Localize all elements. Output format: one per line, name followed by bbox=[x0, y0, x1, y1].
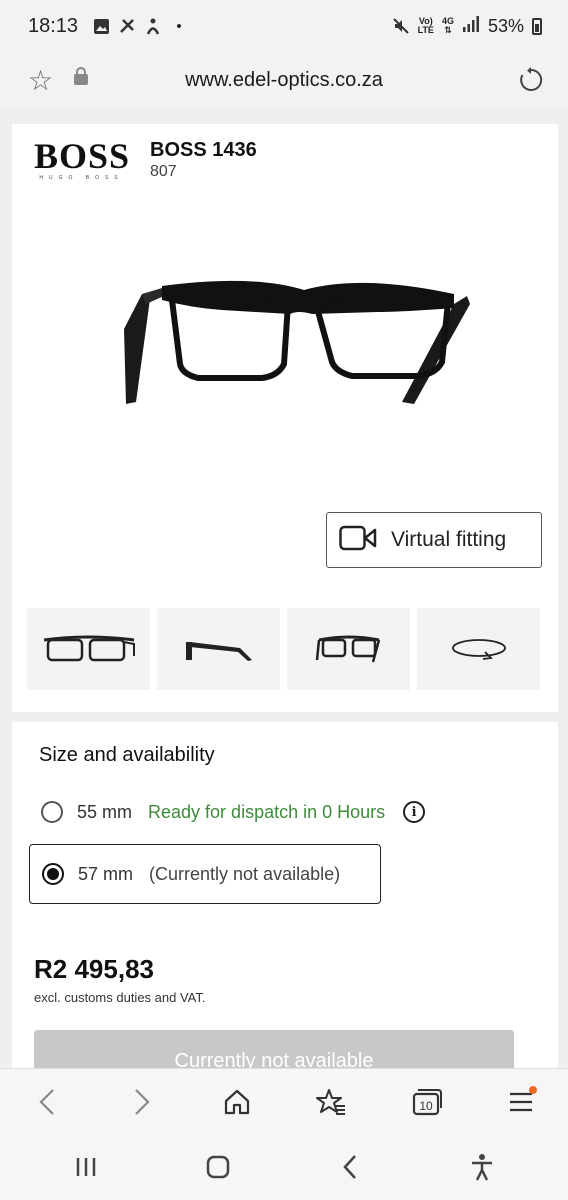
availability-card: Size and availability 55 mm Ready for di… bbox=[12, 722, 558, 1068]
thumbnail-360-rotate[interactable] bbox=[417, 608, 540, 690]
network-4g-icon: 4G ⇅ bbox=[441, 16, 454, 35]
product-color-code: 807 bbox=[150, 163, 177, 180]
home-icon[interactable] bbox=[215, 1080, 259, 1124]
product-image[interactable] bbox=[102, 274, 472, 424]
radio-button-selected[interactable] bbox=[42, 863, 64, 885]
tools-icon bbox=[118, 17, 136, 35]
volte-icon: Vo) LTE bbox=[417, 16, 434, 35]
accessibility-button-icon[interactable] bbox=[460, 1145, 504, 1189]
signal-icon bbox=[462, 15, 480, 37]
product-title: BOSS 1436 bbox=[150, 139, 257, 161]
brand-logo[interactable]: BOSS HUGO BOSS bbox=[34, 138, 129, 181]
size-label: 57 mm bbox=[78, 863, 134, 884]
svg-text:10: 10 bbox=[419, 1099, 433, 1113]
status-bar: 18:13 • Vo) LTE 4G ⇅ 53% bbox=[0, 0, 568, 52]
battery-percent: 53% bbox=[487, 15, 524, 36]
home-button-icon[interactable] bbox=[196, 1145, 240, 1189]
product-card: BOSS HUGO BOSS BOSS 1436 807 Virtual fit… bbox=[12, 124, 558, 712]
bookmark-star-icon[interactable]: ☆ bbox=[28, 64, 60, 97]
tabs-icon[interactable]: 10 bbox=[404, 1080, 448, 1124]
radio-button[interactable] bbox=[41, 801, 63, 823]
forward-icon[interactable] bbox=[120, 1080, 164, 1124]
system-nav-bar bbox=[0, 1134, 568, 1200]
virtual-fitting-button[interactable]: Virtual fitting bbox=[326, 512, 542, 568]
gallery-icon bbox=[92, 17, 110, 35]
virtual-fitting-label: Virtual fitting bbox=[391, 528, 507, 551]
status-time: 18:13 bbox=[28, 14, 79, 37]
page-content: BOSS HUGO BOSS BOSS 1436 807 Virtual fit… bbox=[0, 108, 568, 1068]
bookmarks-icon[interactable] bbox=[309, 1080, 353, 1124]
lock-icon[interactable] bbox=[74, 67, 88, 87]
size-label: 55 mm bbox=[77, 801, 133, 822]
notification-dot-icon: • bbox=[176, 17, 182, 35]
back-icon[interactable] bbox=[25, 1080, 69, 1124]
accessibility-icon bbox=[144, 17, 162, 35]
price-note: excl. customs duties and VAT. bbox=[34, 990, 206, 1005]
not-available-button[interactable]: Currently not available bbox=[34, 1030, 514, 1068]
browser-toolbar: 10 bbox=[0, 1068, 568, 1134]
thumbnail-angle-view[interactable] bbox=[287, 608, 410, 690]
size-option-55[interactable]: 55 mm Ready for dispatch in 0 Hours i bbox=[29, 782, 437, 842]
mute-icon bbox=[392, 17, 410, 35]
video-camera-icon bbox=[339, 525, 377, 556]
section-title: Size and availability bbox=[39, 744, 215, 766]
size-status: (Currently not available) bbox=[149, 863, 341, 884]
size-status: Ready for dispatch in 0 Hours bbox=[148, 801, 386, 822]
info-icon[interactable]: i bbox=[403, 801, 426, 823]
recent-apps-icon[interactable] bbox=[64, 1145, 108, 1189]
menu-icon[interactable] bbox=[499, 1080, 543, 1124]
thumbnail-side-view[interactable] bbox=[157, 608, 280, 690]
battery-icon bbox=[532, 17, 542, 35]
price: R2 495,83 bbox=[34, 954, 154, 984]
menu-notification-badge bbox=[528, 1085, 537, 1094]
thumbnail-gallery bbox=[27, 608, 543, 690]
reload-icon[interactable] bbox=[516, 65, 546, 95]
size-option-57[interactable]: 57 mm (Currently not available) bbox=[29, 844, 381, 904]
browser-url-bar: www.edel-optics.co.za ☆ bbox=[0, 52, 568, 108]
thumbnail-front-view[interactable] bbox=[27, 608, 150, 690]
system-back-icon[interactable] bbox=[328, 1145, 372, 1189]
